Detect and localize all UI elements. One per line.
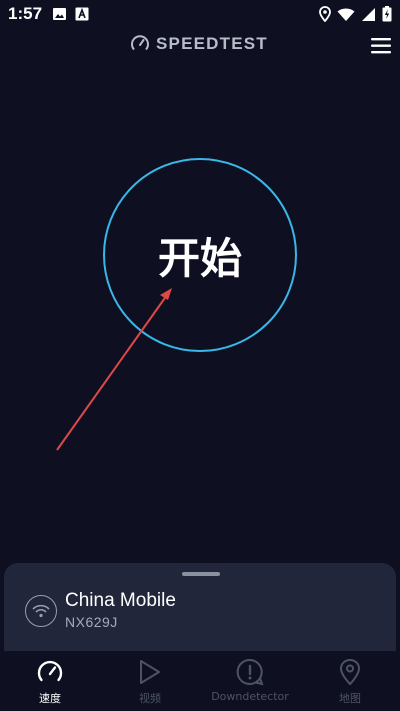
- brand-logo: SPEEDTEST: [130, 34, 268, 54]
- connection-icon-badge: [25, 595, 57, 627]
- brand-name: SPEEDTEST: [156, 34, 268, 53]
- nav-item-video[interactable]: 视频: [100, 651, 200, 711]
- location-icon: [319, 6, 331, 22]
- provider-name: China Mobile: [65, 590, 176, 611]
- wifi-icon: [32, 604, 50, 618]
- speedometer-icon: [131, 35, 149, 51]
- connection-sheet[interactable]: China Mobile NX629J: [4, 563, 396, 653]
- bottom-nav: 速度 视频 Downdetector 地图: [0, 651, 400, 711]
- nav-label: 视频: [139, 692, 161, 705]
- nav-item-speed[interactable]: 速度: [0, 651, 100, 711]
- app-header: SPEEDTEST: [0, 30, 400, 60]
- signal-icon: [362, 7, 375, 21]
- speedometer-icon: [37, 660, 63, 682]
- nav-item-downdetector[interactable]: Downdetector: [200, 651, 300, 711]
- play-icon: [140, 660, 160, 684]
- wifi-icon: [337, 8, 355, 21]
- image-icon: [53, 8, 66, 20]
- start-test-button[interactable]: 开始: [103, 158, 297, 352]
- nav-label: 速度: [39, 692, 61, 705]
- status-bar: 1:57: [0, 0, 400, 28]
- map-pin-icon: [339, 658, 361, 686]
- font-a-icon: [75, 7, 89, 21]
- hamburger-menu-icon[interactable]: [369, 35, 395, 57]
- alert-bubble-icon: [236, 658, 264, 686]
- nav-label: 地图: [339, 692, 361, 705]
- start-label: 开始: [157, 233, 242, 283]
- nav-label: Downdetector: [211, 690, 289, 703]
- network-ssid: NX629J: [65, 614, 118, 630]
- sheet-handle[interactable]: [182, 572, 220, 576]
- nav-item-map[interactable]: 地图: [300, 651, 400, 711]
- battery-charging-icon: [382, 6, 392, 22]
- status-time: 1:57: [8, 4, 43, 23]
